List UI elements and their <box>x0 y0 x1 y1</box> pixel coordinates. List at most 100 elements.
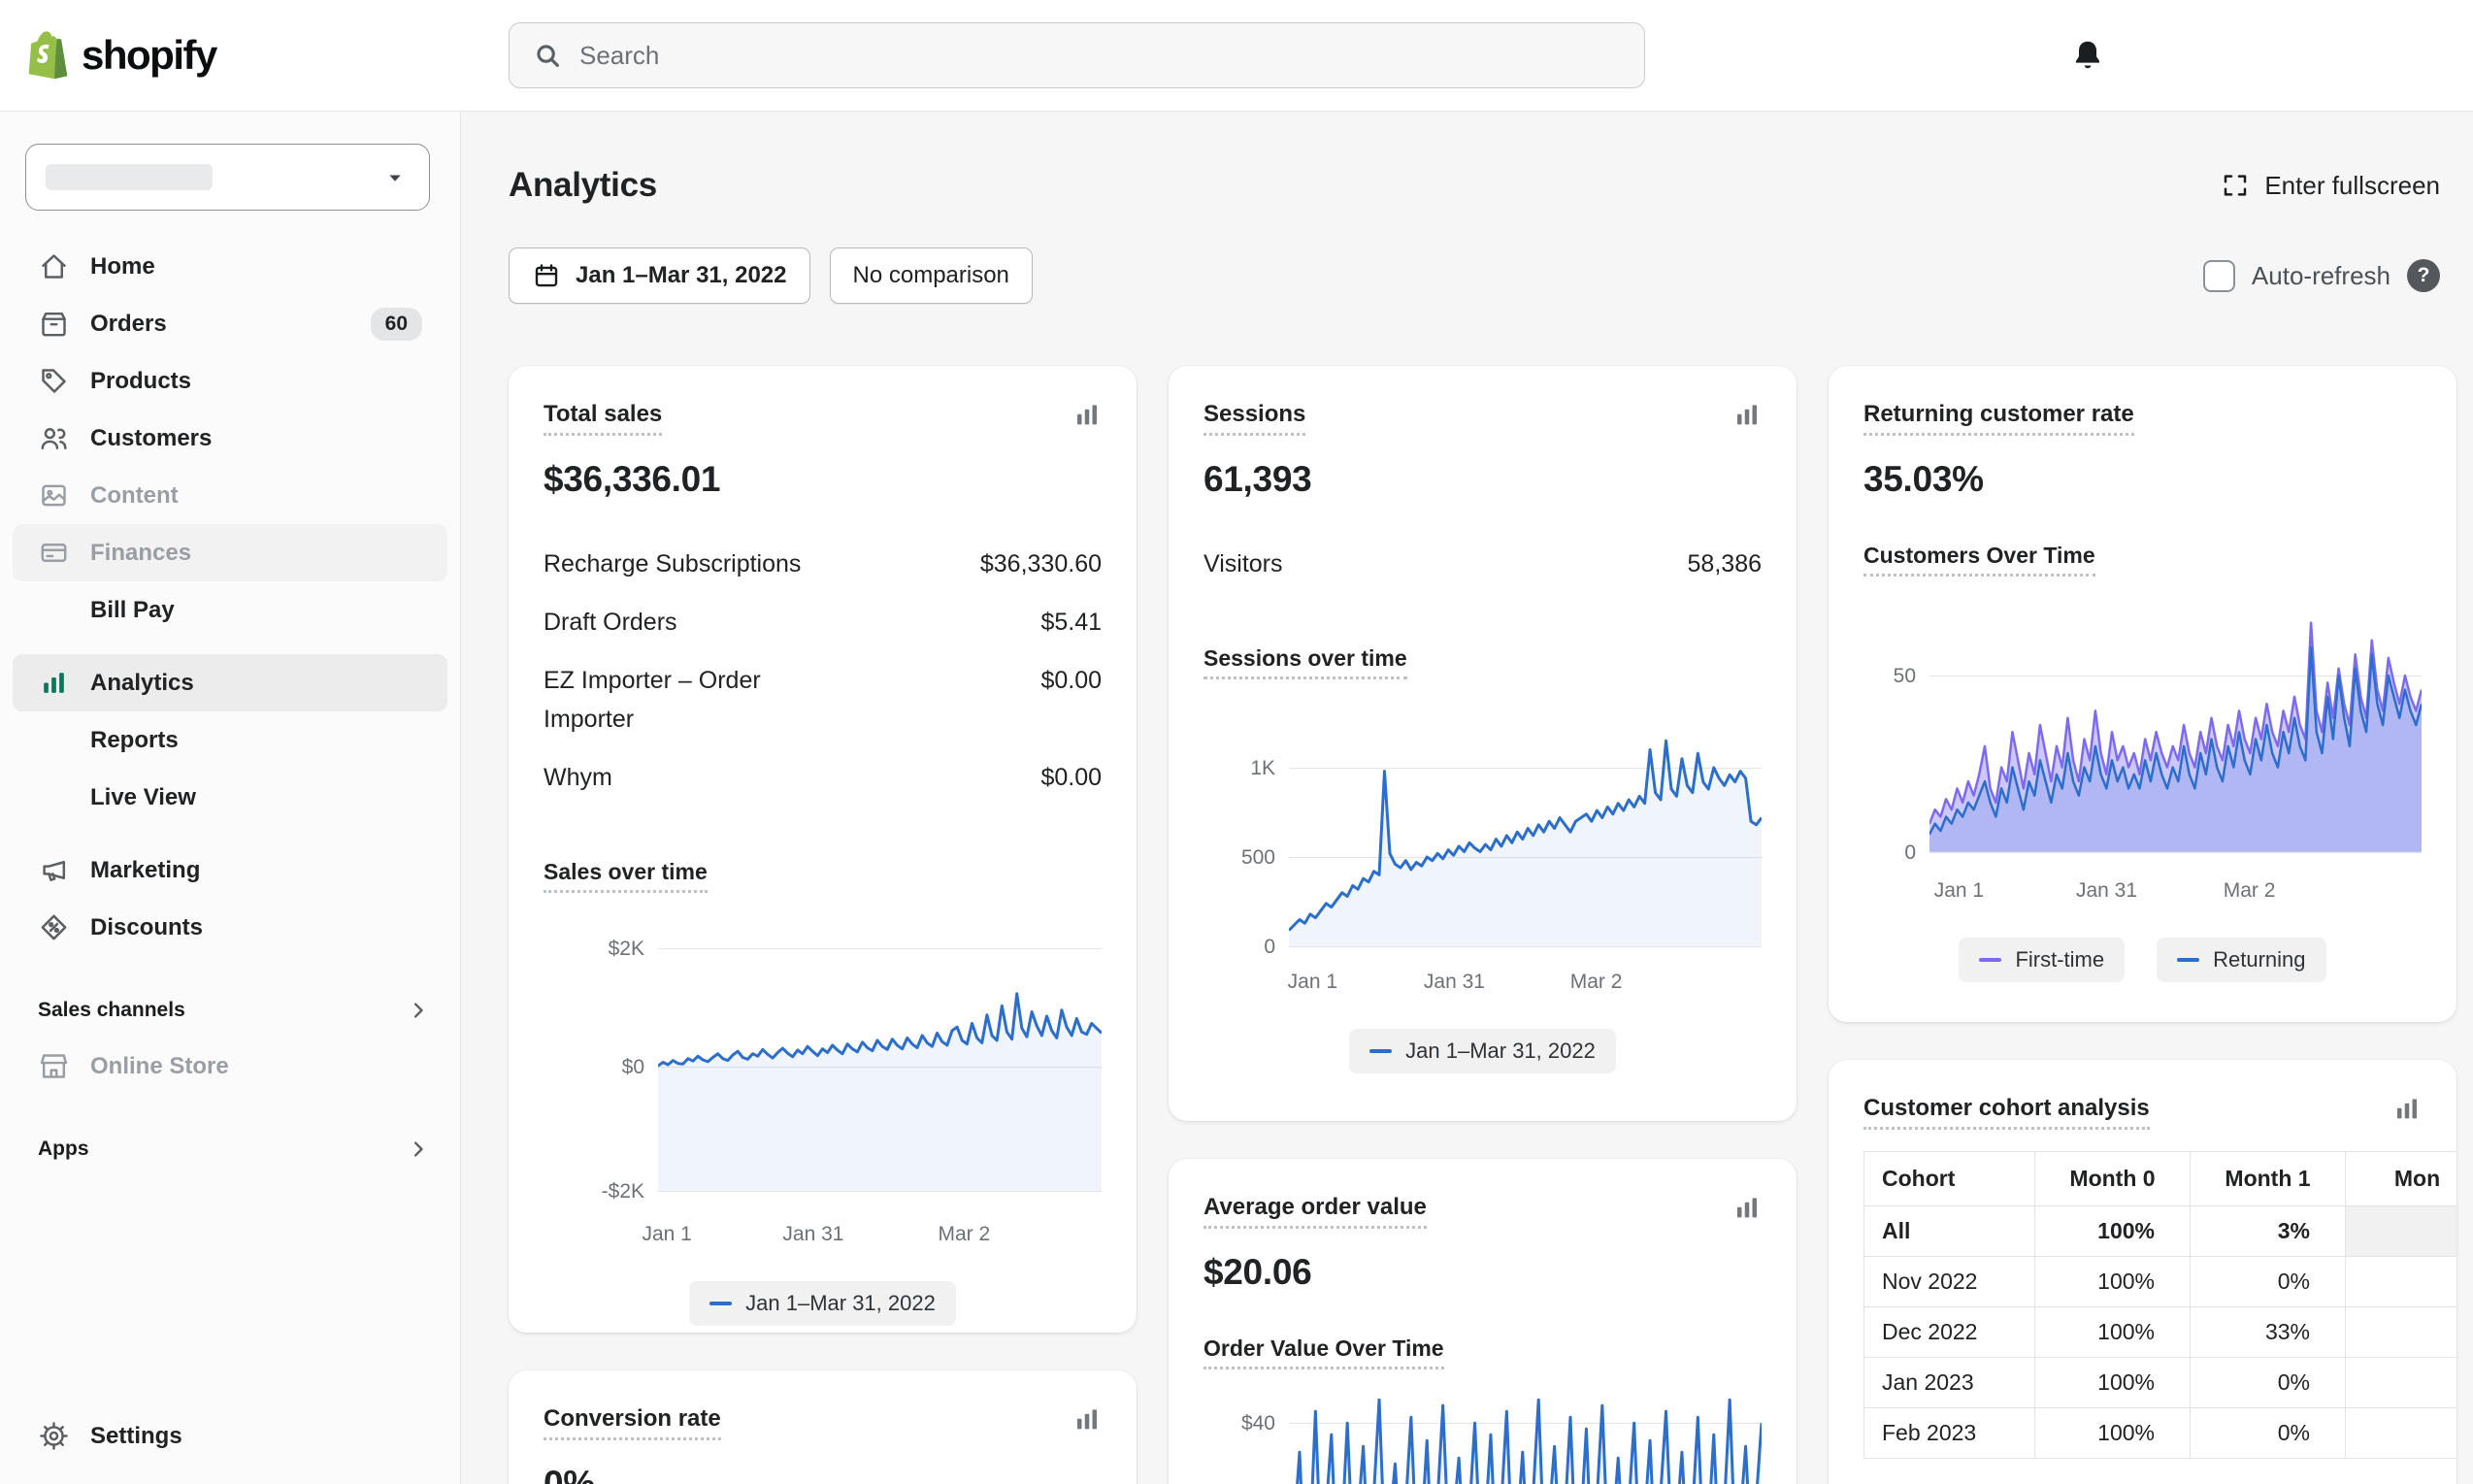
discount-icon <box>38 911 70 943</box>
sidebar-item-products[interactable]: Products <box>13 352 447 410</box>
cohort-table-body: All100%3%Nov 2022100%0%Dec 2022100%33%Ja… <box>1864 1206 2457 1459</box>
sidebar-item-content[interactable]: Content <box>13 467 447 524</box>
y-axis-label: 50 <box>1894 665 1916 688</box>
cohort-row: Dec 2022100%33% <box>1864 1307 2457 1358</box>
chart-section-label[interactable]: Sales over time <box>544 859 708 893</box>
sidebar-item-reports[interactable]: Reports <box>13 711 447 769</box>
sidebar-item-discounts[interactable]: Discounts <box>13 899 447 956</box>
auto-refresh-checkbox[interactable] <box>2203 260 2235 292</box>
total-sales-value: $36,336.01 <box>544 459 1102 500</box>
breakdown-row: Draft Orders$5.41 <box>544 603 1102 642</box>
chart-section-label[interactable]: Sessions over time <box>1204 645 1407 679</box>
column-header: Cohort <box>1864 1152 2035 1206</box>
chart-type-button[interactable] <box>2392 1095 2422 1127</box>
sidebar-item-analytics[interactable]: Analytics <box>13 654 447 711</box>
sidebar-item-bill-pay[interactable]: Bill Pay <box>13 581 447 639</box>
enter-fullscreen-button[interactable]: Enter fullscreen <box>2221 171 2440 201</box>
sidebar-item-online-store[interactable]: Online Store <box>13 1038 447 1095</box>
chart-type-button[interactable] <box>1072 1405 1102 1437</box>
average-order-value-card: Average order value $20.06 Order Value O… <box>1169 1159 1797 1484</box>
cohort-value-cell: 100% <box>2035 1408 2191 1459</box>
sidebar-item-orders[interactable]: Orders 60 <box>13 295 447 352</box>
chart-type-button[interactable] <box>1732 1194 1762 1226</box>
column-header: Month 1 <box>2191 1152 2346 1206</box>
sidebar-section-sales-channels[interactable]: Sales channels <box>13 983 447 1038</box>
breakdown-row: Visitors58,386 <box>1204 544 1762 583</box>
aov-chart: $40 <box>1204 1399 1762 1484</box>
finances-card-icon <box>38 537 70 569</box>
cohort-row: Feb 2023100%0% <box>1864 1408 2457 1459</box>
sessions-chart: 1K5000Jan 1Jan 31Mar 2 <box>1204 709 1762 1002</box>
y-axis-label: -$2K <box>602 1180 644 1204</box>
search-bar[interactable] <box>509 22 1645 88</box>
main-content: Analytics Enter fullscreen Jan 1–Mar 31,… <box>461 112 2473 1484</box>
help-icon[interactable]: ? <box>2407 259 2440 292</box>
card-title[interactable]: Average order value <box>1204 1194 1427 1229</box>
legend-pill-first-time[interactable]: First-time <box>1959 938 2125 982</box>
sidebar-item-live-view[interactable]: Live View <box>13 769 447 826</box>
sidebar-section-apps[interactable]: Apps <box>13 1122 447 1176</box>
cohort-value-cell <box>2346 1358 2457 1408</box>
sidebar-item-settings[interactable]: Settings <box>13 1407 447 1465</box>
breakdown-row: Recharge Subscriptions$36,330.60 <box>544 544 1102 583</box>
orders-box-icon <box>38 308 70 340</box>
card-title[interactable]: Total sales <box>544 401 662 436</box>
chart-section-label[interactable]: Order Value Over Time <box>1204 1336 1444 1369</box>
legend-pill-returning[interactable]: Returning <box>2157 938 2325 982</box>
tag-icon <box>38 365 70 397</box>
customer-cohort-analysis-card: Customer cohort analysis Cohort Mont <box>1829 1060 2457 1484</box>
card-title[interactable]: Sessions <box>1204 401 1305 436</box>
returning-customers-chart: 500Jan 1Jan 31Mar 2 <box>1863 606 2422 910</box>
store-selector[interactable] <box>25 144 430 211</box>
card-title[interactable]: Conversion rate <box>544 1405 721 1440</box>
chart-type-button[interactable] <box>1072 401 1102 433</box>
shopify-logo[interactable]: shopify <box>0 29 461 82</box>
card-title[interactable]: Returning customer rate <box>1863 401 2134 436</box>
conversion-rate-card: Conversion rate 0% <box>509 1370 1137 1484</box>
breakdown-row: EZ Importer – Order Importer$0.00 <box>544 661 1102 739</box>
total-sales-chart: $2K$0-$2KJan 1Jan 31Mar 2 <box>544 922 1102 1254</box>
topbar: shopify <box>0 0 2473 112</box>
home-icon <box>38 250 70 282</box>
column-header: Mon <box>2346 1152 2457 1206</box>
chart-section-label[interactable]: Customers Over Time <box>1863 543 2095 577</box>
legend-dash <box>1369 1049 1392 1053</box>
cohort-table: Cohort Month 0 Month 1 Mon All100%3%Nov … <box>1863 1151 2457 1459</box>
cohort-value-cell: 100% <box>2035 1307 2191 1358</box>
x-axis-label: Jan 31 <box>1424 971 1485 994</box>
sidebar-item-marketing[interactable]: Marketing <box>13 841 447 899</box>
legend-pill[interactable]: Jan 1–Mar 31, 2022 <box>1349 1029 1616 1073</box>
date-range-button[interactable]: Jan 1–Mar 31, 2022 <box>509 247 810 304</box>
gear-icon <box>38 1420 70 1452</box>
search-input[interactable] <box>579 41 1623 71</box>
notification-bell-icon[interactable] <box>2069 37 2106 74</box>
cohort-name-cell: Feb 2023 <box>1864 1408 2035 1459</box>
cohort-name-cell: Nov 2022 <box>1864 1257 2035 1307</box>
cohort-value-cell <box>2346 1408 2457 1459</box>
x-axis-label: Jan 31 <box>782 1223 843 1246</box>
cohort-value-cell <box>2346 1206 2457 1257</box>
cohort-value-cell: 3% <box>2191 1206 2346 1257</box>
cohort-value-cell <box>2346 1307 2457 1358</box>
x-axis-label: Jan 1 <box>1934 879 1984 903</box>
sidebar-item-home[interactable]: Home <box>13 238 447 295</box>
sidebar: Home Orders 60 Products <box>0 112 461 1484</box>
y-axis-label: 0 <box>1904 841 1916 865</box>
cohort-value-cell: 0% <box>2191 1358 2346 1408</box>
legend-dash <box>709 1302 732 1305</box>
x-axis-label: Mar 2 <box>2224 879 2276 903</box>
sidebar-item-finances[interactable]: Finances <box>13 524 447 581</box>
card-title[interactable]: Customer cohort analysis <box>1863 1095 2150 1130</box>
x-axis-label: Jan 1 <box>642 1223 691 1246</box>
analytics-bars-icon <box>38 667 70 699</box>
shopify-wordmark: shopify <box>82 32 216 79</box>
cohort-value-cell: 100% <box>2035 1358 2191 1408</box>
legend-pill[interactable]: Jan 1–Mar 31, 2022 <box>689 1281 956 1326</box>
comparison-button[interactable]: No comparison <box>830 247 1033 304</box>
shopify-admin: shopify <box>0 0 2473 1484</box>
customers-icon <box>38 422 70 454</box>
sidebar-item-customers[interactable]: Customers <box>13 410 447 467</box>
search-icon <box>531 39 564 72</box>
chart-type-button[interactable] <box>1732 401 1762 433</box>
cohort-name-cell: Dec 2022 <box>1864 1307 2035 1358</box>
